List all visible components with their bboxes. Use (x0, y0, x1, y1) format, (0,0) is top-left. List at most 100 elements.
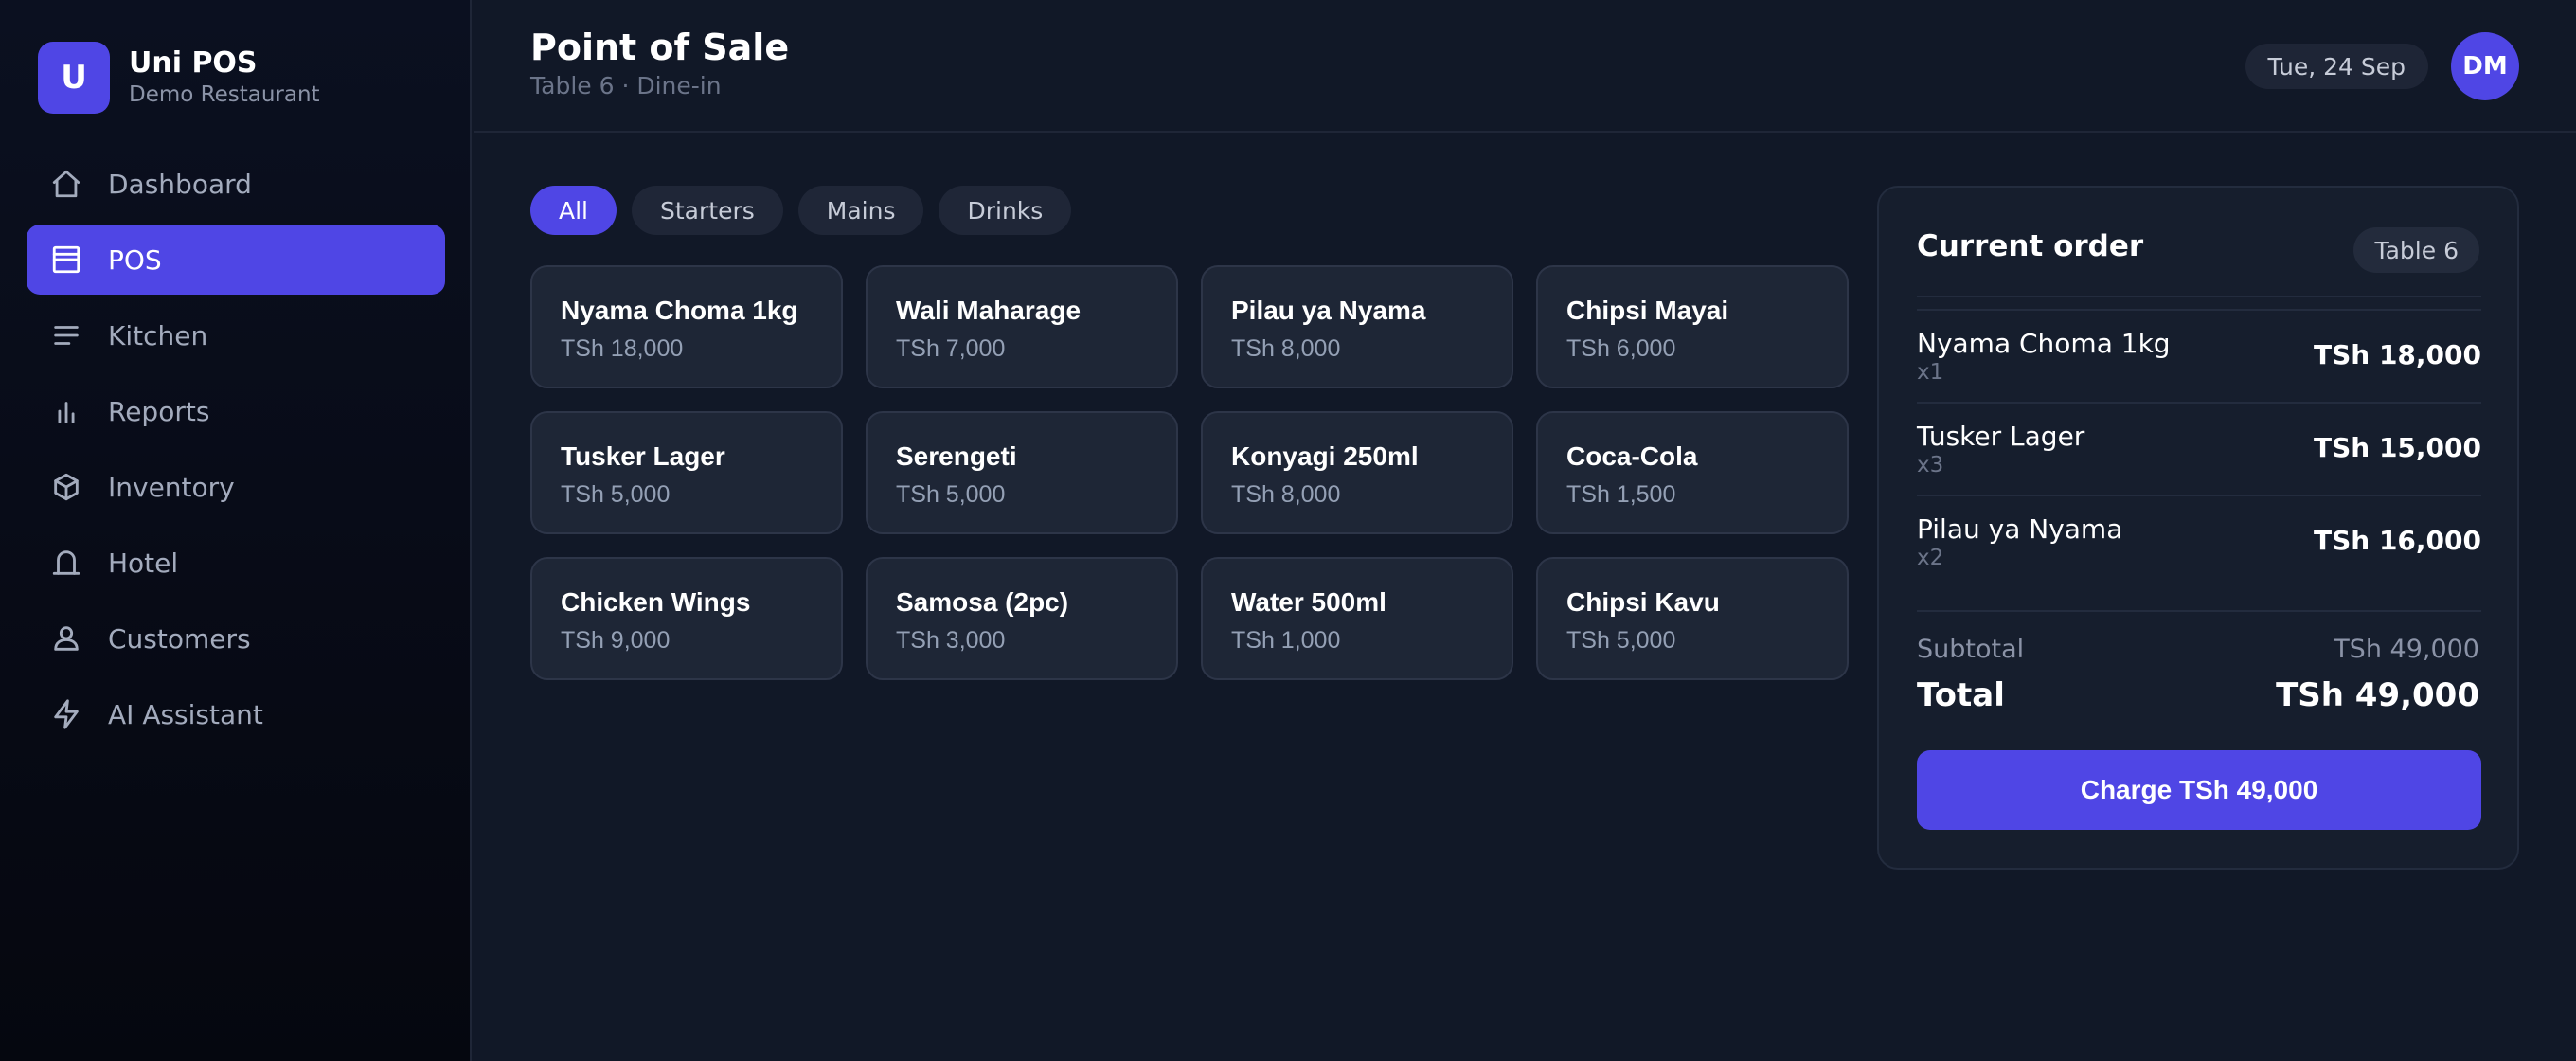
product-price: TSh 9,000 (561, 627, 671, 654)
category-tab-mains[interactable]: Mains (797, 186, 924, 235)
order-line[interactable]: Pilau ya Nyama x2 TSh 16,000 (1917, 495, 2481, 587)
product-card[interactable]: Pilau ya Nyama TSh 8,000 (1201, 265, 1513, 388)
brand: U Uni POS Demo Restaurant (38, 42, 320, 114)
order-line-name: Nyama Choma 1kg (1917, 328, 2171, 359)
product-price: TSh 3,000 (896, 627, 1006, 654)
product-card[interactable]: Konyagi 250ml TSh 8,000 (1201, 411, 1513, 534)
product-name: Serengeti (896, 441, 1017, 471)
product-price: TSh 1,000 (1231, 627, 1341, 654)
page-header: Point of Sale Table 6 · Dine-in Tue, 24 … (474, 0, 2576, 133)
product-card[interactable]: Nyama Choma 1kg TSh 18,000 (530, 265, 843, 388)
product-price: TSh 18,000 (561, 335, 684, 362)
order-line[interactable]: Nyama Choma 1kg x1 TSh 18,000 (1917, 309, 2481, 402)
sidebar-item-ai-assistant[interactable]: AI Assistant (27, 679, 445, 749)
page-title: Point of Sale (530, 27, 790, 68)
sidebar-item-label: POS (108, 243, 162, 276)
order-line-price: TSh 16,000 (2314, 525, 2481, 556)
sidebar-item-label: Reports (108, 395, 210, 427)
product-price: TSh 7,000 (896, 335, 1006, 362)
order-title: Current order (1917, 229, 2144, 263)
order-line[interactable]: Tusker Lager x3 TSh 15,000 (1917, 402, 2481, 495)
order-divider (1917, 610, 2481, 612)
sidebar-item-pos[interactable]: POS (27, 225, 445, 295)
product-card[interactable]: Chipsi Kavu TSh 5,000 (1536, 557, 1849, 680)
product-price: TSh 1,500 (1566, 481, 1676, 508)
bell-icon (49, 546, 83, 580)
product-name: Wali Maharage (896, 296, 1082, 325)
sidebar-item-customers[interactable]: Customers (27, 603, 445, 674)
sidebar-item-label: AI Assistant (108, 698, 263, 730)
category-tabs: All Starters Mains Drinks (530, 186, 1086, 235)
product-price: TSh 5,000 (896, 481, 1006, 508)
brand-name: Uni POS (129, 46, 258, 80)
product-name: Samosa (2pc) (896, 587, 1069, 617)
sidebar-item-reports[interactable]: Reports (27, 376, 445, 446)
order-panel: Current order Table 6 Nyama Choma 1kg x1… (1877, 186, 2519, 870)
charge-button[interactable]: Charge TSh 49,000 (1917, 750, 2481, 830)
home-icon (49, 167, 83, 201)
product-card[interactable]: Tusker Lager TSh 5,000 (530, 411, 843, 534)
sidebar-item-label: Dashboard (108, 168, 252, 200)
subtotal-value: TSh 49,000 (2334, 635, 2479, 664)
product-price: TSh 6,000 (1566, 335, 1676, 362)
product-name: Konyagi 250ml (1231, 441, 1419, 471)
order-line-name: Tusker Lager (1917, 421, 2085, 452)
sidebar-item-dashboard[interactable]: Dashboard (27, 149, 445, 219)
register-icon (49, 243, 83, 277)
product-card[interactable]: Serengeti TSh 5,000 (866, 411, 1178, 534)
order-line-name: Pilau ya Nyama (1917, 513, 2123, 545)
sidebar: U Uni POS Demo Restaurant Dashboard POS … (0, 0, 472, 1061)
product-name: Chipsi Kavu (1566, 587, 1720, 617)
product-name: Coca-Cola (1566, 441, 1698, 471)
avatar[interactable]: DM (2451, 32, 2519, 100)
bolt-icon (49, 697, 83, 731)
product-price: TSh 5,000 (561, 481, 671, 508)
page-subtitle: Table 6 · Dine-in (530, 72, 722, 99)
product-name: Chicken Wings (561, 587, 751, 617)
list-icon (49, 318, 83, 352)
table-badge: Table 6 (2353, 227, 2479, 273)
product-name: Tusker Lager (561, 441, 725, 471)
product-price: TSh 8,000 (1231, 481, 1341, 508)
subtotal-label: Subtotal (1917, 635, 2025, 664)
category-tab-starters[interactable]: Starters (632, 186, 783, 235)
brand-subtitle: Demo Restaurant (129, 82, 320, 107)
sidebar-nav: Dashboard POS Kitchen Reports Inventory (27, 149, 445, 755)
product-grid: Nyama Choma 1kg TSh 18,000 Wali Maharage… (530, 265, 1849, 680)
product-card[interactable]: Coca-Cola TSh 1,500 (1536, 411, 1849, 534)
product-card[interactable]: Water 500ml TSh 1,000 (1201, 557, 1513, 680)
brand-logo: U (38, 42, 110, 114)
order-divider (1917, 296, 2481, 297)
product-name: Water 500ml (1231, 587, 1386, 617)
sidebar-item-label: Customers (108, 622, 251, 655)
user-icon (49, 621, 83, 656)
order-line-price: TSh 18,000 (2314, 339, 2481, 370)
order-line-qty: x1 (1917, 360, 1944, 385)
date-badge: Tue, 24 Sep (2245, 44, 2428, 89)
order-items: Nyama Choma 1kg x1 TSh 18,000 Tusker Lag… (1917, 309, 2481, 587)
total-label: Total (1917, 676, 2005, 714)
sidebar-item-inventory[interactable]: Inventory (27, 452, 445, 522)
product-card[interactable]: Chipsi Mayai TSh 6,000 (1536, 265, 1849, 388)
sidebar-item-hotel[interactable]: Hotel (27, 528, 445, 598)
product-card[interactable]: Samosa (2pc) TSh 3,000 (866, 557, 1178, 680)
product-name: Nyama Choma 1kg (561, 296, 798, 325)
product-price: TSh 5,000 (1566, 627, 1676, 654)
total-value: TSh 49,000 (2276, 676, 2479, 714)
product-card[interactable]: Wali Maharage TSh 7,000 (866, 265, 1178, 388)
product-name: Chipsi Mayai (1566, 296, 1729, 325)
order-line-price: TSh 15,000 (2314, 432, 2481, 463)
category-tab-drinks[interactable]: Drinks (939, 186, 1072, 235)
product-price: TSh 8,000 (1231, 335, 1341, 362)
product-name: Pilau ya Nyama (1231, 296, 1426, 325)
sidebar-item-label: Kitchen (108, 319, 208, 351)
brand-text: Uni POS Demo Restaurant (129, 46, 320, 109)
category-tab-all[interactable]: All (530, 186, 617, 235)
product-card[interactable]: Chicken Wings TSh 9,000 (530, 557, 843, 680)
sidebar-item-kitchen[interactable]: Kitchen (27, 300, 445, 370)
box-icon (49, 470, 83, 504)
sidebar-item-label: Inventory (108, 471, 235, 503)
bar-chart-icon (49, 394, 83, 428)
order-line-qty: x3 (1917, 453, 1944, 477)
order-line-qty: x2 (1917, 546, 1944, 570)
